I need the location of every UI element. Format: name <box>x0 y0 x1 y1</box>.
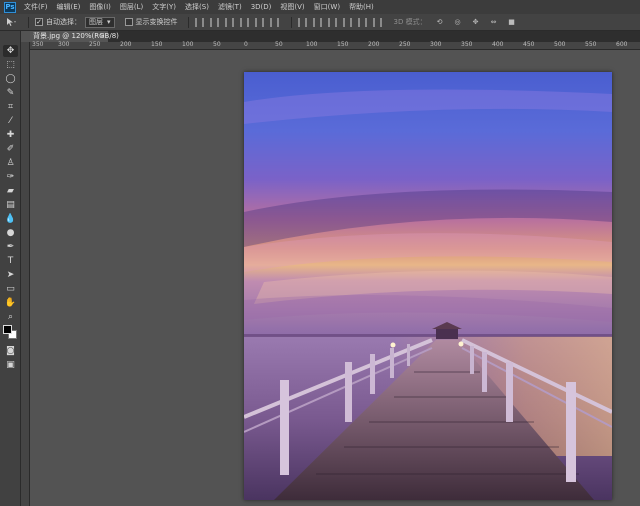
ruler-label: 100 <box>182 41 194 48</box>
brush-tool-icon[interactable]: ✐ <box>3 143 18 155</box>
pen-tool-icon[interactable]: ✒ <box>3 241 18 253</box>
vertical-ruler[interactable] <box>21 42 30 506</box>
ruler-label: 300 <box>430 41 442 48</box>
ruler-label: 150 <box>337 41 349 48</box>
drag-3d-icon[interactable]: ✥ <box>469 16 483 28</box>
ruler-label: 300 <box>58 41 70 48</box>
rectangle-tool-icon[interactable]: ▭ <box>3 283 18 295</box>
move-tool-icon[interactable] <box>4 16 18 28</box>
quick-mask-icon[interactable]: ◙ <box>3 345 18 357</box>
align-top-icon[interactable] <box>194 17 204 27</box>
menu-bar: Ps 文件(F) 编辑(E) 图像(I) 图层(L) 文字(Y) 选择(S) 滤… <box>0 0 640 14</box>
show-transform-checkbox[interactable] <box>124 18 133 26</box>
auto-select-checkbox[interactable]: ✓ <box>35 18 43 26</box>
blur-tool-icon[interactable]: 💧 <box>3 213 18 225</box>
foreground-color-swatch[interactable] <box>3 325 12 334</box>
lasso-tool-icon[interactable]: ◯ <box>3 73 18 85</box>
roll-3d-icon[interactable]: ◎ <box>451 16 465 28</box>
mode-3d-label: 3D 模式： <box>393 18 427 26</box>
ruler-label: 100 <box>306 41 318 48</box>
crop-tool-icon[interactable]: ⌗ <box>3 101 18 113</box>
distribute-right-icon[interactable] <box>372 17 382 27</box>
document-canvas[interactable] <box>244 72 612 500</box>
menu-view[interactable]: 视图(V) <box>280 2 304 12</box>
quick-select-tool-icon[interactable]: ✎ <box>3 87 18 99</box>
screen-mode-icon[interactable]: ▣ <box>3 359 18 371</box>
show-transform-label: 显示变换控件 <box>135 18 178 26</box>
align-right-icon[interactable] <box>269 17 279 27</box>
align-bottom-icon[interactable] <box>224 17 234 27</box>
divider <box>290 16 292 28</box>
menu-file[interactable]: 文件(F) <box>24 2 48 12</box>
rotate-3d-icon[interactable]: ⟲ <box>433 16 447 28</box>
ruler-label: 350 <box>32 41 44 48</box>
ruler-label: 550 <box>585 41 597 48</box>
clone-stamp-tool-icon[interactable]: ♙ <box>3 157 18 169</box>
slide-3d-icon[interactable]: ⇔ <box>487 16 501 28</box>
menu-type[interactable]: 文字(Y) <box>152 2 176 12</box>
align-left-icon[interactable] <box>239 17 249 27</box>
menu-edit[interactable]: 编辑(E) <box>57 2 81 12</box>
move-tool-icon[interactable]: ✥ <box>3 45 18 57</box>
healing-brush-tool-icon[interactable]: ✚ <box>3 129 18 141</box>
ruler-label: 600 <box>616 41 628 48</box>
ruler-label: 150 <box>151 41 163 48</box>
ruler-label: 0 <box>244 41 248 48</box>
distribute-hcenter-icon[interactable] <box>357 17 367 27</box>
distribute-top-icon[interactable] <box>297 17 307 27</box>
distribute-buttons <box>297 17 382 27</box>
menu-select[interactable]: 选择(S) <box>185 2 209 12</box>
options-bar: ✓ 自动选择： 图层 ▾ 显示变换控件 3D 模式： ⟲ ◎ ✥ ⇔ ■ <box>0 14 640 31</box>
dodge-tool-icon[interactable]: ● <box>3 227 18 239</box>
ruler-label: 50 <box>213 41 221 48</box>
ruler-label: 200 <box>120 41 132 48</box>
document-tab-title: 背景.jpg @ 120%(RGB/8) <box>33 32 119 40</box>
pier-sunset-image <box>244 72 612 500</box>
menu-window[interactable]: 窗口(W) <box>314 2 340 12</box>
chevron-down-icon: ▾ <box>107 18 111 26</box>
menu-help[interactable]: 帮助(H) <box>349 2 374 12</box>
distribute-left-icon[interactable] <box>342 17 352 27</box>
distribute-bottom-icon[interactable] <box>327 17 337 27</box>
path-select-tool-icon[interactable]: ➤ <box>3 269 18 281</box>
ruler-label: 200 <box>368 41 380 48</box>
zoom-tool-icon[interactable]: ⌕ <box>3 311 18 323</box>
menu-filter[interactable]: 滤镜(T) <box>218 2 242 12</box>
tools-panel: ✥ ⬚ ◯ ✎ ⌗ ⁄ ✚ ✐ ♙ ✑ ▰ ▤ 💧 ● ✒ T ➤ ▭ ✋ ⌕ … <box>0 31 21 506</box>
eyedropper-tool-icon[interactable]: ⁄ <box>3 115 18 127</box>
auto-select-value: 图层 <box>89 18 103 26</box>
ruler-label: 400 <box>492 41 504 48</box>
divider <box>28 16 29 28</box>
align-vcenter-icon[interactable] <box>209 17 219 27</box>
ruler-label: 350 <box>461 41 473 48</box>
marquee-tool-icon[interactable]: ⬚ <box>3 59 18 71</box>
eraser-tool-icon[interactable]: ▰ <box>3 185 18 197</box>
history-brush-tool-icon[interactable]: ✑ <box>3 171 18 183</box>
menu-layer[interactable]: 图层(L) <box>120 2 143 12</box>
scale-3d-icon[interactable]: ■ <box>505 16 519 28</box>
auto-select-dropdown[interactable]: 图层 ▾ <box>85 16 115 28</box>
hand-tool-icon[interactable]: ✋ <box>3 297 18 309</box>
ruler-label: 50 <box>275 41 283 48</box>
auto-select-label: 自动选择： <box>46 18 81 26</box>
ruler-label: 250 <box>399 41 411 48</box>
photoshop-logo: Ps <box>4 1 16 13</box>
menu-image[interactable]: 图像(I) <box>89 2 111 12</box>
type-tool-icon[interactable]: T <box>3 255 18 267</box>
menu-3d[interactable]: 3D(D) <box>251 3 272 11</box>
align-buttons <box>194 17 279 27</box>
distribute-vcenter-icon[interactable] <box>312 17 322 27</box>
align-hcenter-icon[interactable] <box>254 17 264 27</box>
ruler-label: 450 <box>523 41 535 48</box>
horizontal-ruler[interactable]: 350 300 250 200 150 100 50 0 50 100 150 … <box>30 41 640 50</box>
ruler-label: 500 <box>554 41 566 48</box>
ruler-label: 250 <box>89 41 101 48</box>
gradient-tool-icon[interactable]: ▤ <box>3 199 18 211</box>
divider <box>187 16 189 28</box>
